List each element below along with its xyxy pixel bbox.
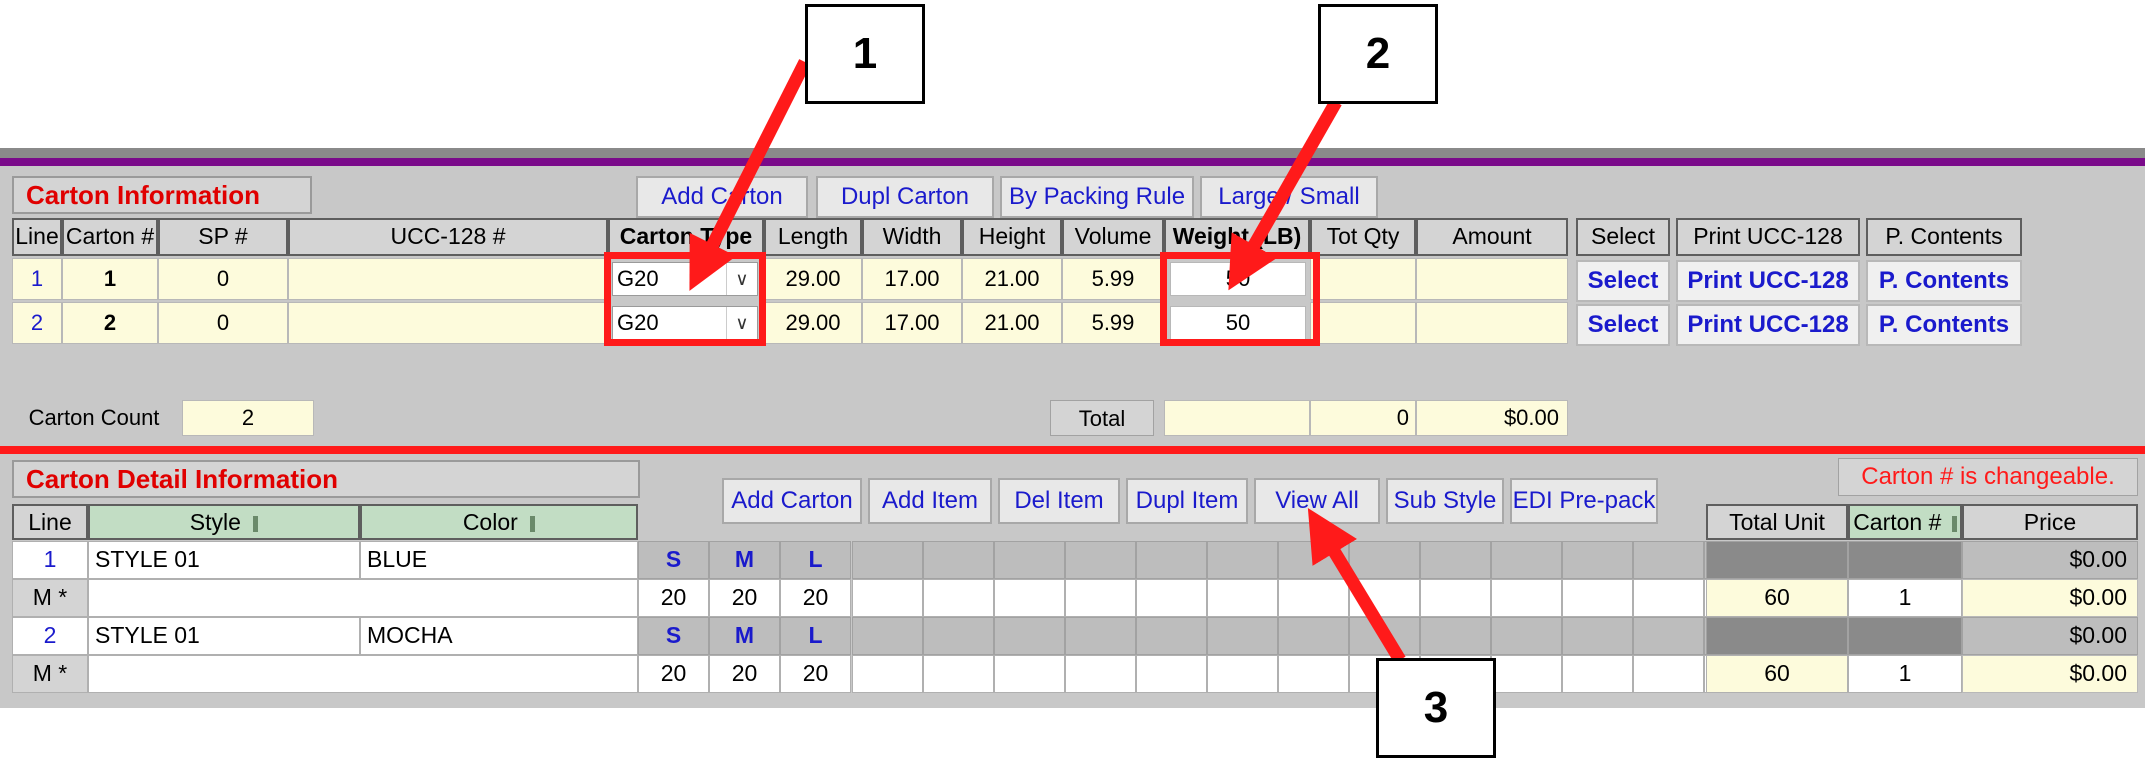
arrow-2 [1228, 98, 1342, 291]
callout-3: 3 [1376, 658, 1496, 758]
arrow-1 [689, 59, 811, 291]
annotation-arrows [689, 59, 1406, 664]
callout-1: 1 [805, 4, 925, 104]
arrow-3 [1307, 507, 1406, 664]
callout-2: 2 [1318, 4, 1438, 104]
